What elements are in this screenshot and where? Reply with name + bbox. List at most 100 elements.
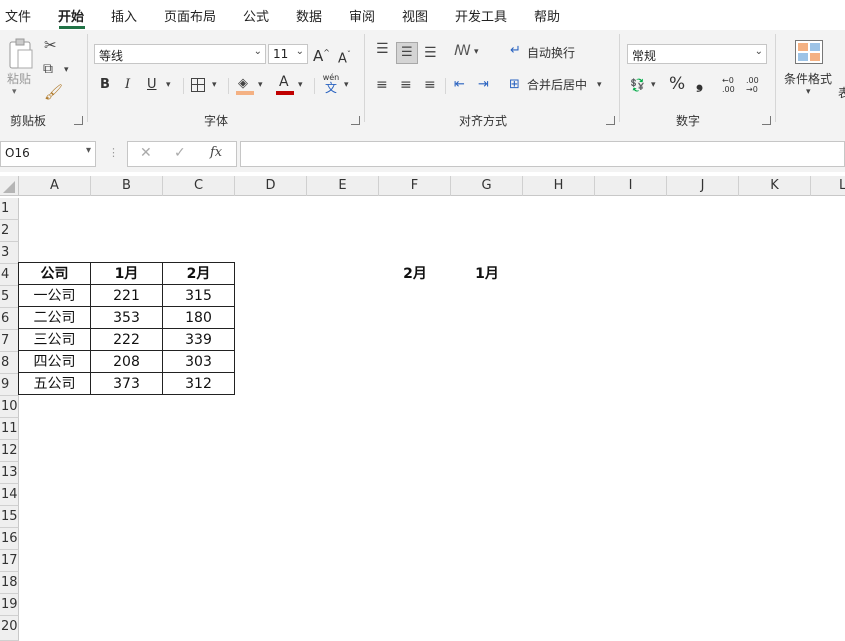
- wrap-text-button[interactable]: 自动换行: [527, 44, 575, 62]
- paste-button[interactable]: 粘贴: [7, 70, 31, 88]
- font-size-select[interactable]: 11 ⌄: [268, 44, 308, 64]
- underline-dropdown-icon[interactable]: ▾: [166, 81, 171, 90]
- name-box[interactable]: O16 ▾: [0, 141, 96, 167]
- row-header-10[interactable]: 10: [0, 396, 19, 418]
- font-color-dropdown-icon[interactable]: ▾: [298, 81, 303, 90]
- menu-file[interactable]: 文件: [5, 6, 31, 25]
- row-header-1[interactable]: 1: [0, 198, 19, 220]
- name-box-dropdown-icon[interactable]: ▾: [86, 145, 91, 156]
- merge-center-button[interactable]: 合并后居中: [527, 76, 587, 94]
- table-cell[interactable]: 222: [91, 329, 163, 351]
- alignment-launcher-icon[interactable]: [606, 116, 615, 125]
- menu-view[interactable]: 视图: [402, 6, 428, 25]
- merge-center-icon[interactable]: ⊞: [509, 78, 520, 91]
- table-cell[interactable]: 312: [163, 373, 235, 395]
- increase-font-icon[interactable]: A^: [313, 44, 330, 65]
- column-header-j[interactable]: J: [667, 176, 739, 196]
- row-header-20[interactable]: 20: [0, 616, 19, 641]
- column-header-b[interactable]: B: [91, 176, 163, 196]
- align-top-icon[interactable]: ☰: [376, 42, 389, 56]
- phonetic-guide-icon[interactable]: wén 文: [321, 74, 341, 98]
- row-header-8[interactable]: 8: [0, 352, 19, 374]
- decrease-decimal-icon[interactable]: .00 →0: [746, 76, 764, 96]
- worksheet-grid[interactable]: A B C D E F G H I J K L 1 2 3 4 5 6 7 8 …: [0, 176, 845, 641]
- column-header-i[interactable]: I: [595, 176, 667, 196]
- fill-color-icon[interactable]: ◈: [236, 76, 254, 96]
- menu-help[interactable]: 帮助: [534, 6, 560, 25]
- table-cell[interactable]: 四公司: [19, 351, 91, 373]
- table-cell[interactable]: 373: [91, 373, 163, 395]
- cell-f4[interactable]: 2月: [379, 263, 451, 285]
- table-cell[interactable]: 三公司: [19, 329, 91, 351]
- column-header-e[interactable]: E: [307, 176, 379, 196]
- row-header-9[interactable]: 9: [0, 374, 19, 396]
- clipboard-launcher-icon[interactable]: [74, 116, 83, 125]
- menu-formulas[interactable]: 公式: [243, 6, 269, 25]
- increase-indent-icon[interactable]: ⇥: [478, 78, 489, 91]
- table-header-feb[interactable]: 2月: [163, 263, 235, 285]
- table-cell[interactable]: 353: [91, 307, 163, 329]
- align-center-icon[interactable]: ≡: [400, 78, 412, 92]
- column-header-h[interactable]: H: [523, 176, 595, 196]
- align-bottom-icon[interactable]: ☰: [424, 46, 437, 60]
- row-header-18[interactable]: 18: [0, 572, 19, 594]
- column-header-f[interactable]: F: [379, 176, 451, 196]
- percent-style-button[interactable]: %: [669, 75, 685, 93]
- table-cell[interactable]: 339: [163, 329, 235, 351]
- table-cell[interactable]: 221: [91, 285, 163, 307]
- cancel-entry-icon[interactable]: ✕: [140, 146, 152, 160]
- orientation-dropdown-icon[interactable]: ▾: [474, 48, 479, 57]
- row-header-15[interactable]: 15: [0, 506, 19, 528]
- number-format-select[interactable]: 常规 ⌄: [627, 44, 767, 64]
- borders-icon[interactable]: [191, 78, 205, 92]
- column-header-d[interactable]: D: [235, 176, 307, 196]
- row-header-11[interactable]: 11: [0, 418, 19, 440]
- table-cell[interactable]: 180: [163, 307, 235, 329]
- menu-developer[interactable]: 开发工具: [455, 6, 507, 25]
- borders-dropdown-icon[interactable]: ▾: [212, 81, 217, 90]
- row-header-2[interactable]: 2: [0, 220, 19, 242]
- column-header-a[interactable]: A: [19, 176, 91, 196]
- formula-input[interactable]: [240, 141, 845, 167]
- row-header-16[interactable]: 16: [0, 528, 19, 550]
- confirm-entry-icon[interactable]: ✓: [174, 146, 186, 160]
- italic-button[interactable]: I: [125, 76, 130, 94]
- wrap-text-icon[interactable]: ↵: [510, 44, 521, 57]
- accounting-format-icon[interactable]: 💱: [630, 79, 645, 91]
- row-header-3[interactable]: 3: [0, 242, 19, 264]
- format-painter-icon[interactable]: 🖌: [44, 85, 63, 100]
- number-launcher-icon[interactable]: [762, 116, 771, 125]
- comma-style-button[interactable]: ❟: [696, 74, 703, 92]
- table-cell[interactable]: 208: [91, 351, 163, 373]
- decrease-indent-icon[interactable]: ⇤: [454, 78, 465, 91]
- table-cell[interactable]: 一公司: [19, 285, 91, 307]
- table-cell[interactable]: 303: [163, 351, 235, 373]
- font-name-select[interactable]: 等线 ⌄: [94, 44, 266, 64]
- increase-decimal-icon[interactable]: ←0.00: [722, 76, 740, 96]
- table-cell[interactable]: 315: [163, 285, 235, 307]
- paste-dropdown-icon[interactable]: ▾: [12, 88, 17, 97]
- fill-color-dropdown-icon[interactable]: ▾: [258, 81, 263, 90]
- row-header-14[interactable]: 14: [0, 484, 19, 506]
- row-header-5[interactable]: 5: [0, 286, 19, 308]
- menu-page-layout[interactable]: 页面布局: [164, 6, 216, 25]
- orientation-icon[interactable]: ꟿ: [454, 44, 471, 58]
- align-middle-button[interactable]: ☰: [396, 42, 418, 64]
- conditional-format-icon[interactable]: [795, 40, 823, 64]
- column-header-c[interactable]: C: [163, 176, 235, 196]
- row-header-19[interactable]: 19: [0, 594, 19, 616]
- table-header-jan[interactable]: 1月: [91, 263, 163, 285]
- accounting-dropdown-icon[interactable]: ▾: [651, 81, 656, 90]
- copy-dropdown-icon[interactable]: ▾: [64, 66, 69, 75]
- cut-icon[interactable]: ✂: [44, 38, 57, 53]
- align-right-icon[interactable]: ≡: [424, 78, 436, 92]
- menu-data[interactable]: 数据: [296, 6, 322, 25]
- decrease-font-icon[interactable]: Aˇ: [338, 46, 351, 68]
- select-all-button[interactable]: [0, 176, 19, 195]
- phonetic-dropdown-icon[interactable]: ▾: [344, 81, 349, 90]
- row-header-17[interactable]: 17: [0, 550, 19, 572]
- menu-home[interactable]: 开始: [58, 6, 84, 25]
- font-color-icon[interactable]: A: [276, 74, 294, 96]
- table-cell[interactable]: 二公司: [19, 307, 91, 329]
- row-header-7[interactable]: 7: [0, 330, 19, 352]
